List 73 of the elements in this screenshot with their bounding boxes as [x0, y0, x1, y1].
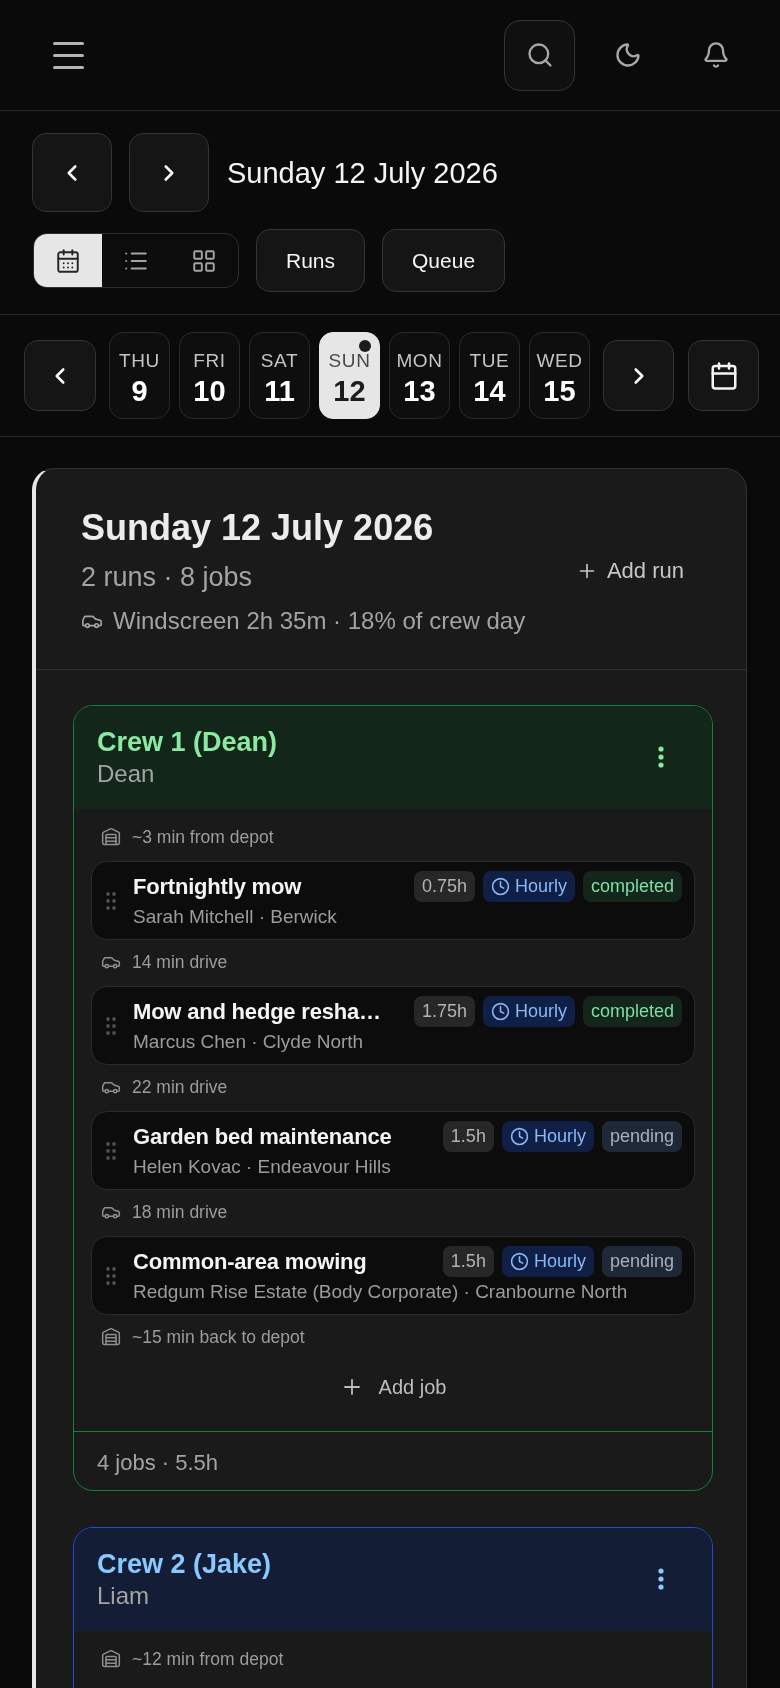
billing-label: Hourly: [514, 1000, 567, 1023]
runs-button[interactable]: Runs: [256, 229, 366, 292]
status-badge: pending: [601, 1121, 682, 1152]
clock-icon: [509, 1252, 529, 1271]
calendar-icon: [55, 247, 81, 274]
depot-time-text: ~12 min from depot: [132, 1648, 284, 1671]
calendar-icon: [708, 360, 739, 391]
job-card[interactable]: Fortnightly mow 0.75h Hourly completed Sarah Mitchell · Berwick: [91, 861, 695, 940]
day-tile[interactable]: WED 15: [529, 332, 590, 419]
hours-badge: 1.75h: [413, 996, 475, 1027]
status-badge: completed: [582, 871, 682, 902]
status-badge: completed: [582, 996, 682, 1027]
hours-badge: 1.5h: [442, 1121, 494, 1152]
warehouse-icon: [101, 827, 121, 847]
drive-time-text: 22 min drive: [132, 1076, 228, 1099]
day-tile[interactable]: SAT 11: [249, 332, 310, 419]
bell-icon: [701, 41, 730, 69]
hours-badge: 0.75h: [413, 871, 475, 902]
crew-name: Crew 1 (Dean): [97, 726, 278, 759]
job-card[interactable]: Garden bed maintenance 1.5h Hourly pending Helen Kovac · Endeavour Hills: [91, 1111, 695, 1190]
job-client: Marcus Chen · Clyde North: [133, 1030, 365, 1054]
search-icon: [525, 41, 554, 69]
job-client: Helen Kovac · Endeavour Hills: [133, 1155, 392, 1179]
job-client: Redgum Rise Estate (Body Corporate) · Cranbourne North: [133, 1280, 629, 1304]
windscreen-summary: Windscreen 2h 35m · 18% of crew day: [113, 607, 526, 635]
crew-name: Crew 2 (Jake): [97, 1548, 272, 1581]
billing-label: Hourly: [533, 1250, 586, 1273]
menu-icon: [52, 41, 84, 69]
day-tile[interactable]: TUE 14: [459, 332, 520, 419]
job-title: Garden bed maintenance: [133, 1122, 393, 1151]
job-title: Common-area mowing: [133, 1247, 368, 1276]
drag-handle-icon[interactable]: [106, 1141, 116, 1160]
job-client: Sarah Mitchell · Berwick: [133, 905, 338, 929]
job-title: Mow and hedge resha…: [133, 997, 382, 1026]
job-title: Fortnightly mow: [133, 872, 303, 901]
add-run-button[interactable]: Add run: [561, 549, 698, 592]
search-button[interactable]: [504, 19, 575, 91]
day-title: Sunday 12 July 2026: [81, 506, 435, 550]
date-title: Sunday 12 July 2026: [227, 155, 498, 191]
day-tile[interactable]: MON 13: [389, 332, 450, 419]
crew-driver: Liam: [97, 1581, 151, 1611]
crew-driver: Dean: [97, 759, 156, 789]
day-tile[interactable]: SUN 12: [319, 332, 380, 419]
day-tile[interactable]: THU 9: [109, 332, 170, 419]
calendar-view-button[interactable]: [34, 234, 102, 287]
queue-button[interactable]: Queue: [382, 229, 506, 292]
grid-icon: [191, 247, 217, 274]
depot-time-text: ~15 min back to depot: [132, 1326, 305, 1349]
warehouse-icon: [101, 1327, 121, 1347]
warehouse-icon: [101, 1649, 121, 1669]
vertical-dots-icon: [658, 1568, 664, 1590]
moon-icon: [613, 41, 642, 69]
clock-icon: [509, 1127, 529, 1146]
job-card[interactable]: Mow and hedge resha… 1.75h Hourly completed Marcus Chen · Clyde North: [91, 986, 695, 1065]
hours-badge: 1.5h: [442, 1246, 494, 1277]
billing-label: Hourly: [533, 1125, 586, 1148]
billing-label: Hourly: [514, 875, 567, 898]
day-tile[interactable]: FRI 10: [179, 332, 240, 419]
drag-handle-icon[interactable]: [106, 1266, 116, 1285]
crew-summary: 4 jobs · 5.5h: [97, 1450, 219, 1475]
day-summary: 2 runs · 8 jobs: [81, 561, 254, 594]
drag-handle-icon[interactable]: [106, 1016, 116, 1035]
add-job-button[interactable]: Add job: [327, 1367, 459, 1407]
date-picker-button[interactable]: [688, 340, 759, 411]
job-card[interactable]: Common-area mowing 1.5h Hourly pending Redgum Rise Estate (Body Corporate) · Cranbourne North: [91, 1236, 695, 1315]
clock-icon: [490, 1002, 510, 1021]
drag-handle-icon[interactable]: [106, 891, 116, 910]
drive-time-text: 18 min drive: [132, 1201, 228, 1224]
vertical-dots-icon: [658, 746, 664, 768]
clock-icon: [490, 877, 510, 896]
status-badge: pending: [601, 1246, 682, 1277]
depot-time-text: ~3 min from depot: [132, 826, 274, 849]
drive-time-text: 14 min drive: [132, 951, 228, 974]
